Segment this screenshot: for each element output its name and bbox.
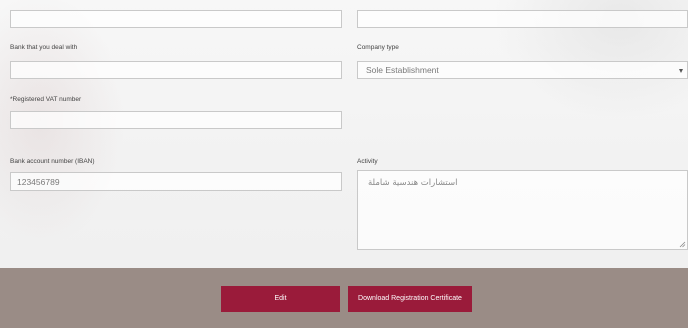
resize-handle-icon[interactable] [678, 240, 686, 248]
caret-down-icon [679, 69, 683, 73]
download-certificate-button[interactable]: Download Registration Certificate [348, 286, 472, 312]
company-type-value: Sole Establishment [366, 65, 439, 75]
iban-input[interactable]: 123456789 [10, 172, 342, 191]
iban-label: Bank account number (IBAN) [10, 158, 95, 165]
bank-label: Bank that you deal with [10, 44, 78, 51]
top-right-input[interactable] [357, 10, 688, 28]
footer-bar: Edit Download Registration Certificate [0, 268, 688, 328]
activity-label: Activity [357, 158, 378, 165]
iban-value: 123456789 [17, 177, 60, 187]
activity-textarea[interactable]: استشارات هندسية شاملة [357, 170, 688, 250]
edit-button[interactable]: Edit [221, 286, 340, 312]
activity-value: استشارات هندسية شاملة [368, 178, 458, 188]
company-type-label: Company type [357, 44, 399, 51]
company-type-select[interactable]: Sole Establishment [357, 61, 688, 79]
vat-label-row: *Registered VAT number [10, 96, 82, 104]
vat-label: Registered VAT number [12, 96, 82, 103]
vat-input[interactable] [10, 111, 342, 129]
bank-input[interactable] [10, 61, 342, 79]
top-left-input[interactable] [10, 10, 342, 28]
